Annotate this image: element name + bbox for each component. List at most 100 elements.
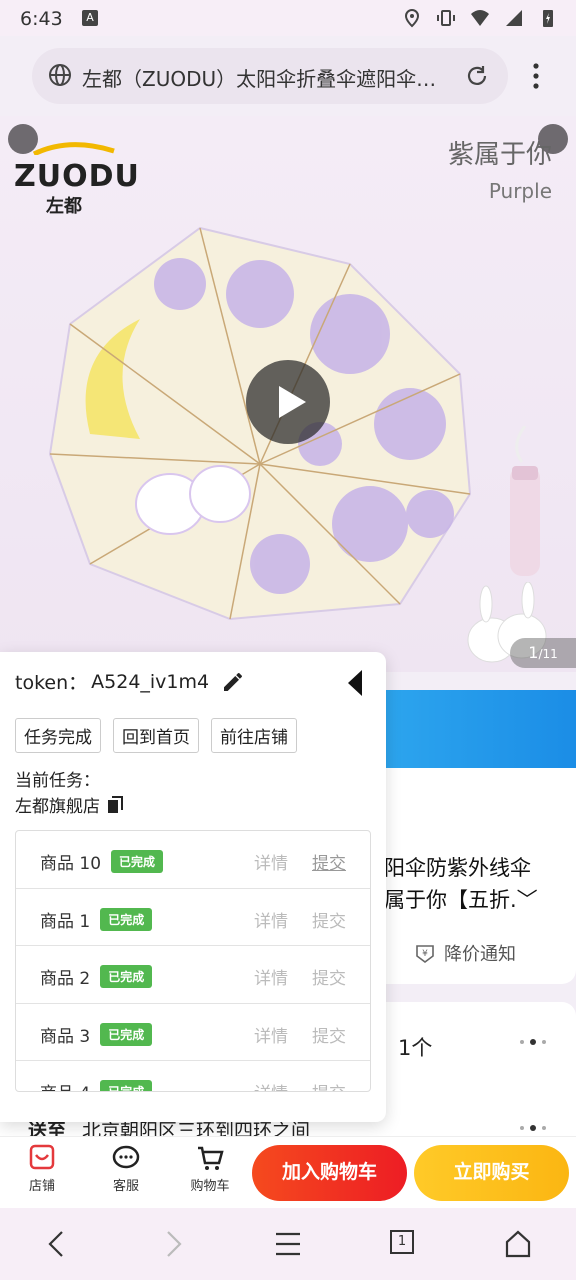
- token-row: token： A524_iv1m4: [15, 668, 245, 695]
- counter-current: 1: [528, 643, 539, 662]
- slogan-en: Purple: [488, 179, 552, 203]
- task-row: 商品 4 已完成 详情 提交: [16, 1061, 370, 1091]
- task-name-text: 商品 10: [40, 854, 102, 874]
- task-name: 商品 2 已完成: [40, 964, 153, 989]
- task-name: 商品 10 已完成: [40, 849, 164, 874]
- product-image-carousel[interactable]: ZUODU 左都 紫属于你 Purple 1/11: [0, 116, 576, 672]
- task-name-text: 商品 3: [40, 1026, 91, 1047]
- copy-icon[interactable]: [106, 795, 126, 815]
- service-label: 客服: [112, 1179, 139, 1194]
- system-nav-bar: 1: [0, 1208, 576, 1280]
- play-video-button[interactable]: [246, 360, 330, 444]
- task-panel: token： A524_iv1m4 任务完成 回到首页 前往店铺 当前任务： 左…: [0, 652, 386, 1122]
- image-counter: 1/11: [510, 638, 576, 668]
- task-detail-link[interactable]: 详情: [254, 849, 288, 874]
- globe-icon: [49, 64, 71, 86]
- bottom-action-bar: 店铺 客服 购物车 加入购物车 立即购买: [0, 1136, 576, 1208]
- brand-arc-icon: [32, 142, 115, 157]
- shop-button[interactable]: 店铺: [12, 1143, 72, 1194]
- price-notice-button[interactable]: ¥ 降价通知: [414, 940, 516, 966]
- task-name-text: 商品 2: [40, 969, 91, 989]
- notification-icon: A: [82, 10, 98, 26]
- collapse-panel-icon[interactable]: [346, 668, 364, 698]
- cart-button[interactable]: 购物车: [180, 1143, 240, 1194]
- back-home-button[interactable]: 回到首页: [113, 718, 199, 753]
- status-badge: 已完成: [100, 907, 153, 931]
- spec-more-icon[interactable]: [518, 1038, 548, 1046]
- current-task-value: 左都旗舰店: [15, 797, 100, 817]
- cart-label: 购物车: [190, 1179, 230, 1194]
- price-notice-label: 降价通知: [444, 944, 516, 965]
- task-submit-link[interactable]: 提交: [312, 964, 346, 989]
- buy-now-button[interactable]: 立即购买: [414, 1145, 569, 1201]
- brand-en: ZUODU: [14, 159, 140, 194]
- current-task-label: 当前任务：: [15, 771, 100, 791]
- task-submit-link[interactable]: 提交: [312, 849, 346, 874]
- task-row: 商品 1 已完成 详情 提交: [16, 889, 370, 946]
- product-title-line1: 阳伞防紫外线伞: [384, 856, 531, 880]
- task-row: 商品 3 已完成 详情 提交: [16, 1004, 370, 1061]
- task-list[interactable]: 商品 10 已完成 详情 提交 商品 1 已完成 详情 提交 商品 2 已完成 详情 …: [15, 830, 371, 1092]
- task-name: 商品 1 已完成: [40, 907, 153, 932]
- overflow-menu-icon[interactable]: [524, 58, 548, 94]
- task-detail-link[interactable]: 详情: [254, 964, 288, 989]
- vibrate-icon: [437, 10, 455, 26]
- go-to-store-button[interactable]: 前往店铺: [211, 718, 297, 753]
- task-name: 商品 3 已完成: [40, 1022, 153, 1047]
- chat-icon: [112, 1145, 140, 1169]
- forward-icon[interactable]: [162, 1228, 186, 1260]
- slogan-cn: 紫属于你: [447, 140, 552, 170]
- url-bar[interactable]: 左都（ZUODU）太阳伞折叠伞遮阳伞防紫外线伞: [32, 48, 508, 104]
- panel-button-row: 任务完成 回到首页 前往店铺: [15, 718, 297, 753]
- status-time: 6:43: [20, 8, 63, 30]
- task-detail-link[interactable]: 详情: [254, 907, 288, 932]
- task-detail-link[interactable]: 详情: [254, 1022, 288, 1047]
- wifi-icon: [471, 10, 489, 26]
- service-button[interactable]: 客服: [96, 1143, 156, 1194]
- token-label: token：: [15, 672, 88, 694]
- location-icon: [404, 8, 420, 28]
- url-title[interactable]: 左都（ZUODU）太阳伞折叠伞遮阳伞防紫外线伞: [82, 63, 452, 92]
- folded-umbrella-illustration: [510, 426, 540, 576]
- reload-icon[interactable]: [464, 63, 490, 89]
- shop-label: 店铺: [28, 1179, 55, 1194]
- shop-icon: [29, 1144, 55, 1170]
- task-complete-button[interactable]: 任务完成: [15, 718, 101, 753]
- task-submit-link[interactable]: 提交: [312, 1079, 346, 1091]
- status-badge: 已完成: [111, 850, 164, 873]
- menu-icon[interactable]: [274, 1228, 302, 1260]
- home-icon[interactable]: [504, 1228, 532, 1260]
- cart-icon: [198, 1146, 224, 1170]
- promo-banner[interactable]: [360, 690, 576, 768]
- back-icon[interactable]: [44, 1228, 68, 1260]
- product-title-line2: 属于你【五折.﹀: [384, 888, 538, 912]
- token-value: A524_iv1m4: [91, 670, 210, 693]
- task-detail-link[interactable]: 详情: [254, 1079, 288, 1091]
- play-icon: [279, 386, 306, 418]
- task-row: 商品 10 已完成 详情 提交: [16, 831, 370, 889]
- quantity-value[interactable]: 1个: [398, 1032, 432, 1062]
- task-name-text: 商品 4: [40, 1079, 90, 1091]
- slogan: 紫属于你 Purple: [448, 134, 552, 203]
- status-badge: 已完成: [100, 1080, 153, 1091]
- task-submit-link[interactable]: 提交: [312, 907, 346, 932]
- status-icons: [402, 8, 558, 28]
- task-name: 商品 4 已完成: [40, 1079, 153, 1091]
- counter-total: /11: [538, 647, 558, 661]
- task-name-text: 商品 1: [40, 911, 91, 932]
- brand-logo: ZUODU 左都: [14, 140, 140, 218]
- delivery-more-icon[interactable]: [518, 1124, 548, 1132]
- add-to-cart-button[interactable]: 加入购物车: [252, 1145, 407, 1201]
- task-row: 商品 2 已完成 详情 提交: [16, 946, 370, 1004]
- current-task: 左都旗舰店: [15, 792, 126, 817]
- price-tag-icon: ¥: [416, 945, 434, 963]
- battery-icon: [543, 10, 553, 27]
- tabs-count: 1: [397, 1234, 407, 1249]
- svg-text:¥: ¥: [422, 949, 428, 959]
- status-badge: 已完成: [100, 1022, 153, 1046]
- brand-cn: 左都: [46, 196, 82, 217]
- task-submit-link[interactable]: 提交: [312, 1022, 346, 1047]
- pencil-icon[interactable]: [221, 670, 245, 694]
- product-title: 阳伞防紫外线伞 属于你【五折.﹀: [384, 852, 538, 916]
- tabs-button[interactable]: 1: [390, 1230, 414, 1254]
